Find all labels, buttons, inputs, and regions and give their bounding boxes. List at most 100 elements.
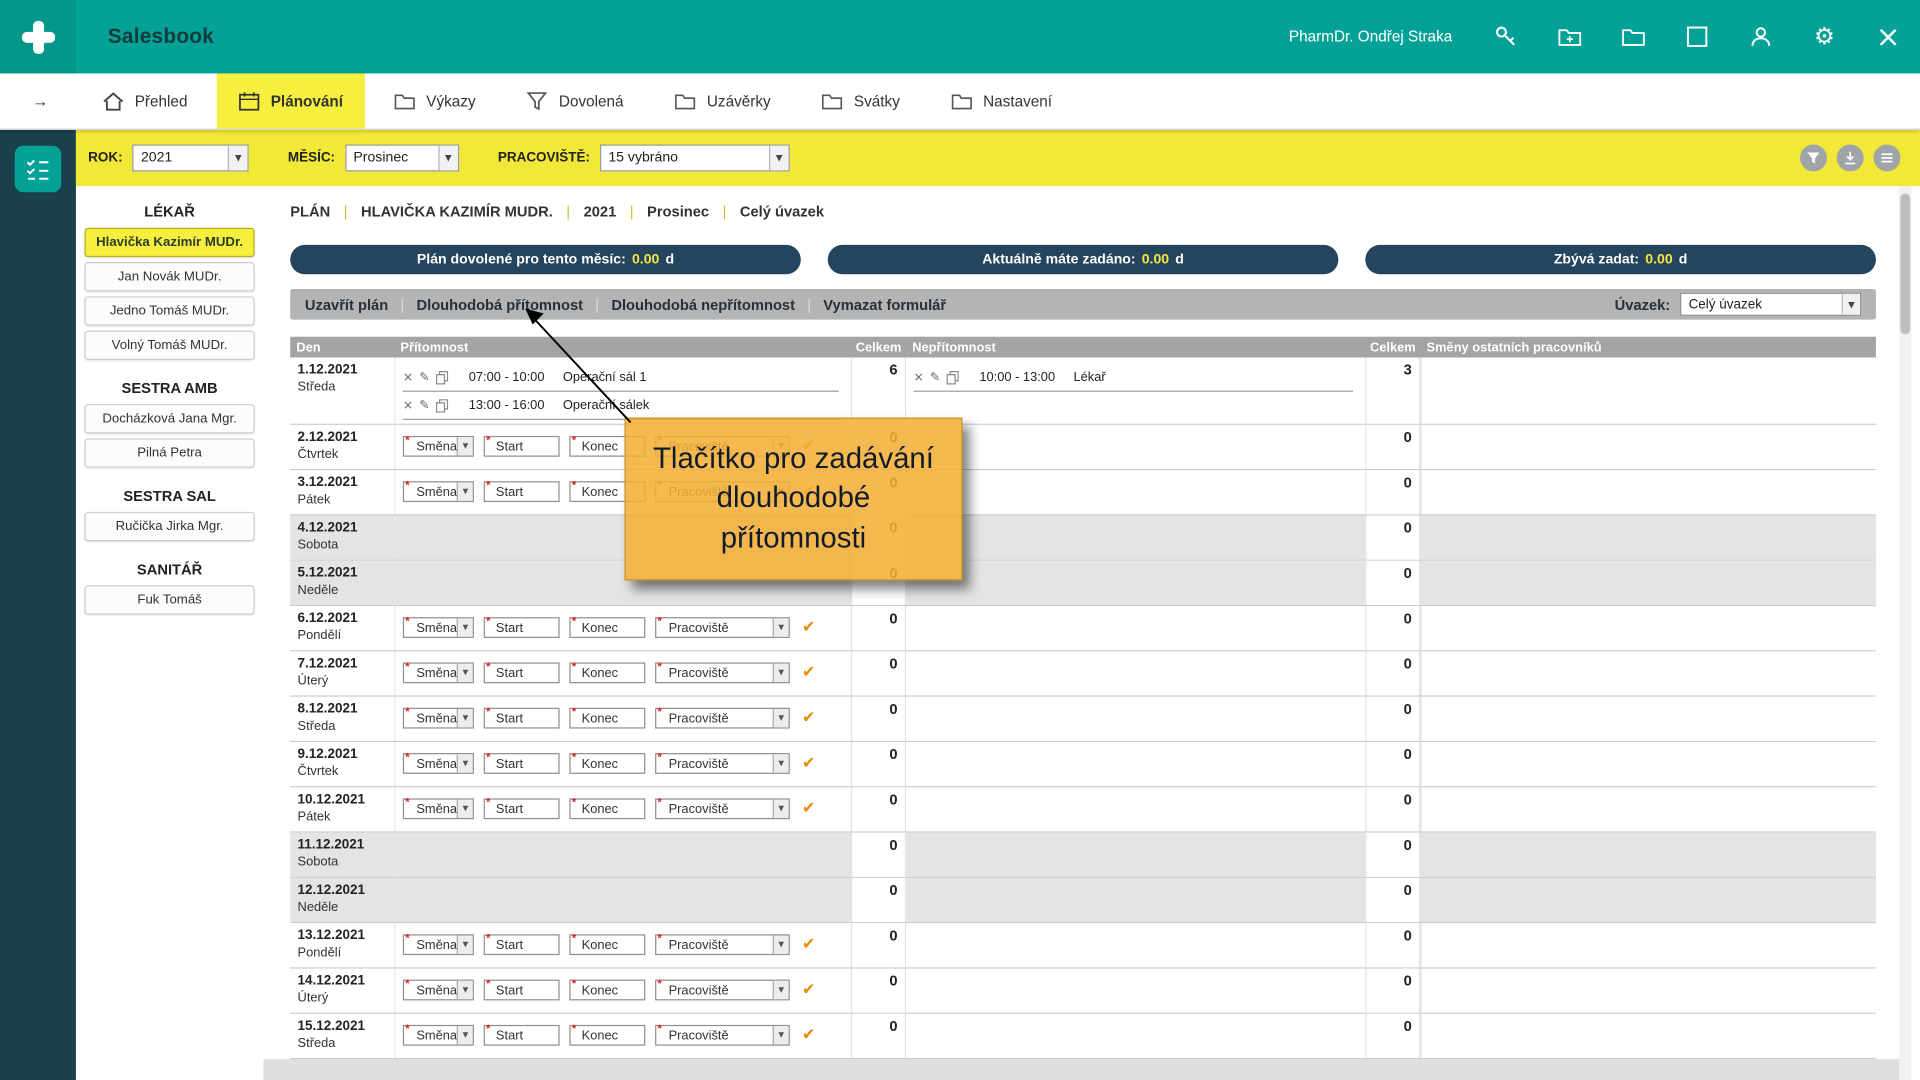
shift-select[interactable]: *Směna▼ <box>403 662 474 683</box>
toolbar-button[interactable]: Uzavřít plán <box>305 296 388 313</box>
workplace-select[interactable]: *Pracoviště▼ <box>655 934 790 955</box>
start-input[interactable]: *Start <box>484 798 560 819</box>
vertical-scrollbar[interactable] <box>1899 186 1911 1080</box>
absence-total-cell: 0 <box>1365 697 1420 741</box>
column-header: Den <box>290 337 394 358</box>
year-select[interactable]: 2021 ▼ <box>132 144 248 171</box>
settings-gear-icon[interactable]: ⚙ <box>1793 0 1857 73</box>
start-input[interactable]: *Start <box>484 980 560 1001</box>
presence-cell: *Směna▼ *Start *Konec *Pracoviště▼ ✔ <box>394 969 851 1013</box>
edit-entry-icon[interactable]: ✎ <box>930 370 940 383</box>
shift-select[interactable]: *Směna▼ <box>403 481 474 502</box>
shift-select[interactable]: *Směna▼ <box>403 436 474 457</box>
workplace-select[interactable]: *Pracoviště▼ <box>655 753 790 774</box>
uvazek-select[interactable]: Celý úvazek ▼ <box>1680 293 1861 316</box>
download-icon[interactable] <box>1837 144 1864 171</box>
start-input[interactable]: *Start <box>484 481 560 502</box>
tab-planovani[interactable]: Plánování <box>217 73 365 128</box>
confirm-check-icon[interactable]: ✔ <box>802 800 815 818</box>
tab-nastaveni[interactable]: Nastavení <box>929 73 1074 128</box>
delete-entry-icon[interactable]: × <box>913 370 923 383</box>
scrollbar-thumb[interactable] <box>1900 193 1910 334</box>
confirm-check-icon[interactable]: ✔ <box>802 754 815 772</box>
confirm-check-icon[interactable]: ✔ <box>802 1026 815 1044</box>
shift-select[interactable]: *Směna▼ <box>403 980 474 1001</box>
copy-entry-icon[interactable] <box>946 370 958 383</box>
toolbar-button[interactable]: Vymazat formulář <box>823 296 946 313</box>
menu-icon[interactable] <box>1873 144 1900 171</box>
confirm-check-icon[interactable]: ✔ <box>802 936 815 954</box>
end-input[interactable]: *Konec <box>569 662 645 683</box>
tab-prehled[interactable]: Přehled <box>81 73 210 128</box>
shift-select[interactable]: *Směna▼ <box>403 617 474 638</box>
presence-total-cell: 0 <box>851 923 906 967</box>
staff-item[interactable]: Jedno Tomáš MUDr. <box>84 296 254 325</box>
start-input[interactable]: *Start <box>484 753 560 774</box>
staff-item[interactable]: Pilná Petra <box>84 438 254 467</box>
filter-icon[interactable] <box>1800 144 1827 171</box>
folder-icon[interactable] <box>1602 0 1666 73</box>
toolbar-button[interactable]: Dlouhodobá přítomnost <box>416 296 583 313</box>
start-input[interactable]: *Start <box>484 708 560 729</box>
shift-select[interactable]: *Směna▼ <box>403 708 474 729</box>
user-icon[interactable] <box>1729 0 1793 73</box>
checklist-icon[interactable] <box>15 146 62 193</box>
staff-item[interactable]: Docházková Jana Mgr. <box>84 404 254 433</box>
toolbar-button[interactable]: Dlouhodobá nepřítomnost <box>611 296 795 313</box>
copy-entry-icon[interactable] <box>436 399 448 412</box>
start-input[interactable]: *Start <box>484 436 560 457</box>
horizontal-scrollbar[interactable] <box>263 1059 1900 1080</box>
end-input[interactable]: *Konec <box>569 980 645 1001</box>
end-input[interactable]: *Konec <box>569 753 645 774</box>
filterbar-actions <box>1800 144 1900 171</box>
staff-item[interactable]: Jan Novák MUDr. <box>84 262 254 291</box>
end-input[interactable]: *Konec <box>569 934 645 955</box>
workplace-select[interactable]: 15 vybráno ▼ <box>600 144 790 171</box>
start-input[interactable]: *Start <box>484 662 560 683</box>
table-row: 6.12.2021Pondělí*Směna▼*Start*Konec*Prac… <box>290 606 1876 651</box>
workplace-select[interactable]: *Pracoviště▼ <box>655 662 790 683</box>
workplace-select[interactable]: *Pracoviště▼ <box>655 708 790 729</box>
shift-select[interactable]: *Směna▼ <box>403 753 474 774</box>
square-icon[interactable] <box>1665 0 1729 73</box>
workplace-select[interactable]: *Pracoviště▼ <box>655 980 790 1001</box>
workplace-select[interactable]: *Pracoviště▼ <box>655 1025 790 1046</box>
delete-entry-icon[interactable]: × <box>403 399 413 412</box>
staff-item[interactable]: Volný Tomáš MUDr. <box>84 331 254 360</box>
tab-svatky[interactable]: Svátky <box>800 73 922 128</box>
workplace-select[interactable]: *Pracoviště▼ <box>655 798 790 819</box>
confirm-check-icon[interactable]: ✔ <box>802 618 815 636</box>
month-select[interactable]: Prosinec ▼ <box>345 144 459 171</box>
collapse-arrow[interactable]: → <box>0 73 81 128</box>
start-input[interactable]: *Start <box>484 1025 560 1046</box>
folder-add-icon[interactable] <box>1538 0 1602 73</box>
confirm-check-icon[interactable]: ✔ <box>802 664 815 682</box>
shift-form: *Směna▼ *Start *Konec *Pracoviště▼ ✔ <box>396 651 852 683</box>
toolbar-separator: | <box>400 296 404 313</box>
end-input[interactable]: *Konec <box>569 708 645 729</box>
end-input[interactable]: *Konec <box>569 1025 645 1046</box>
key-icon[interactable] <box>1474 0 1538 73</box>
end-input[interactable]: *Konec <box>569 617 645 638</box>
tab-vykazy[interactable]: Výkazy <box>372 73 497 128</box>
start-input[interactable]: *Start <box>484 617 560 638</box>
edit-entry-icon[interactable]: ✎ <box>419 399 429 412</box>
edit-entry-icon[interactable]: ✎ <box>419 370 429 383</box>
delete-entry-icon[interactable]: × <box>403 370 413 383</box>
weekday-label: Středa <box>298 719 395 734</box>
end-input[interactable]: *Konec <box>569 798 645 819</box>
confirm-check-icon[interactable]: ✔ <box>802 981 815 999</box>
close-icon[interactable]: × <box>1856 0 1920 73</box>
staff-item[interactable]: Fuk Tomáš <box>84 585 254 614</box>
staff-item[interactable]: Ručička Jirka Mgr. <box>84 512 254 541</box>
workplace-select[interactable]: *Pracoviště▼ <box>655 617 790 638</box>
tab-dovolena[interactable]: Dovolená <box>505 73 646 128</box>
shift-select[interactable]: *Směna▼ <box>403 798 474 819</box>
confirm-check-icon[interactable]: ✔ <box>802 709 815 727</box>
staff-item[interactable]: Hlavička Kazimír MUDr. <box>84 228 254 257</box>
shift-select[interactable]: *Směna▼ <box>403 934 474 955</box>
shift-select[interactable]: *Směna▼ <box>403 1025 474 1046</box>
copy-entry-icon[interactable] <box>436 370 448 383</box>
tab-uzaverky[interactable]: Uzávěrky <box>653 73 793 128</box>
start-input[interactable]: *Start <box>484 934 560 955</box>
